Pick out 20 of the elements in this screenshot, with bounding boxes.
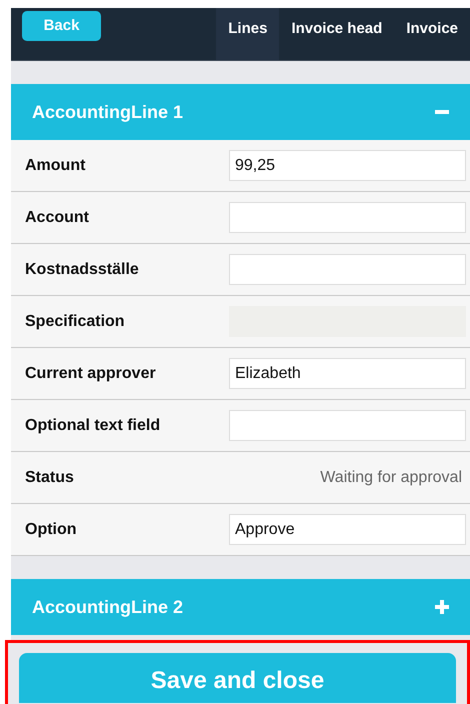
field-label: Specification [25,312,126,332]
status-value: Waiting for approval [320,468,462,488]
field-label: Amount [25,156,86,176]
input-field[interactable]: 99,25 [229,150,466,181]
input-field[interactable]: Approve [229,514,466,545]
section-title: AccountingLine 1 [32,100,184,124]
field-label: Current approver [25,364,157,384]
field-label: Status [25,468,75,488]
field-label: Optional text field [25,416,162,436]
input-field[interactable] [229,202,466,233]
section-title: AccountingLine 2 [32,596,184,619]
field-label: Account [25,208,90,228]
tab[interactable]: Invoice head [279,8,394,60]
input-field[interactable] [229,410,466,441]
field-label: Kostnadsställe [25,260,140,280]
input-field[interactable]: Elizabeth [229,358,466,389]
field-label: Option [25,520,78,540]
tab[interactable]: Lines [216,8,280,60]
tab[interactable]: Invoice [394,8,470,60]
input-field[interactable] [229,254,466,285]
